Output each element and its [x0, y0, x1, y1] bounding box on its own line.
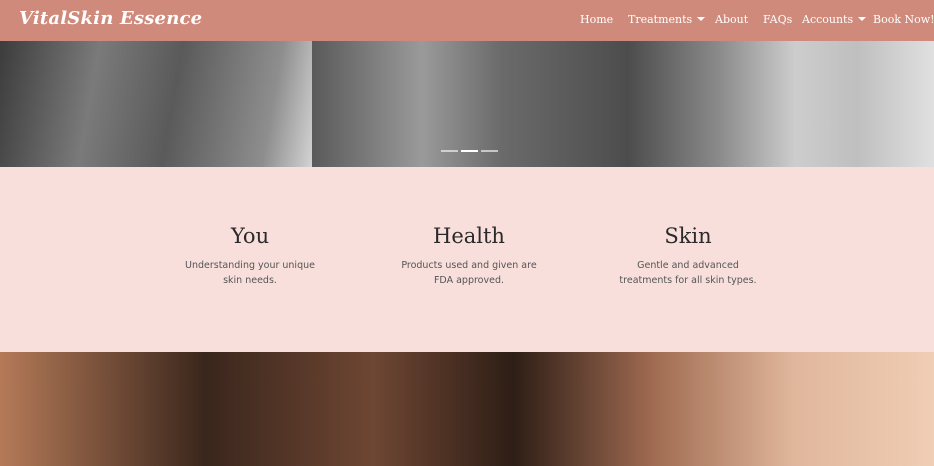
feature-title: Health	[433, 224, 505, 248]
feature-skin: Skin Gentle and advanced treatments for …	[598, 223, 778, 288]
feature-title: Skin	[664, 224, 712, 248]
feature-description: Understanding your unique skin needs.	[160, 258, 340, 288]
nav-about[interactable]: About	[715, 13, 748, 26]
models-photo-banner	[0, 352, 934, 466]
feature-description: Gentle and advanced treatments for all s…	[598, 258, 778, 288]
nav-book-now[interactable]: Book Now!	[873, 13, 934, 26]
nav-treatments-dropdown[interactable]: Treatments	[628, 13, 706, 26]
feature-description-line: skin needs.	[223, 275, 277, 286]
hero-image-lips-closeup	[626, 41, 934, 167]
hero-image-skin-closeup	[0, 41, 312, 167]
feature-description-line: Gentle and advanced	[637, 260, 739, 271]
feature-description-line: Products used and given are	[401, 260, 537, 271]
navbar: VitalSkin Essence Home Treatments About …	[0, 0, 934, 41]
brand-logo[interactable]: VitalSkin Essence	[19, 8, 202, 29]
caret-down-icon	[697, 17, 706, 21]
hero-carousel[interactable]	[0, 41, 934, 167]
carousel-indicators	[441, 150, 501, 153]
feature-title: You	[230, 224, 270, 248]
feature-description-line: treatments for all skin types.	[619, 275, 757, 286]
carousel-indicator-1[interactable]	[441, 150, 458, 152]
nav-accounts-label: Accounts	[802, 13, 854, 26]
feature-health: Health Products used and given are FDA a…	[379, 223, 559, 288]
nav-accounts-dropdown[interactable]: Accounts	[802, 13, 867, 26]
carousel-indicator-2[interactable]	[461, 150, 478, 152]
feature-description-line: FDA approved.	[433, 275, 505, 286]
feature-you: You Understanding your unique skin needs…	[160, 223, 340, 288]
feature-description-line: Understanding your unique	[185, 260, 315, 271]
hero-image-silk-fabric	[312, 41, 626, 167]
caret-down-icon	[858, 17, 867, 21]
nav-faqs[interactable]: FAQs	[763, 13, 792, 26]
carousel-indicator-3[interactable]	[481, 150, 498, 152]
feature-description: Products used and given are FDA approved…	[379, 258, 559, 288]
nav-treatments-label: Treatments	[628, 13, 693, 26]
nav-home[interactable]: Home	[580, 13, 613, 26]
features-section: You Understanding your unique skin needs…	[0, 167, 934, 352]
